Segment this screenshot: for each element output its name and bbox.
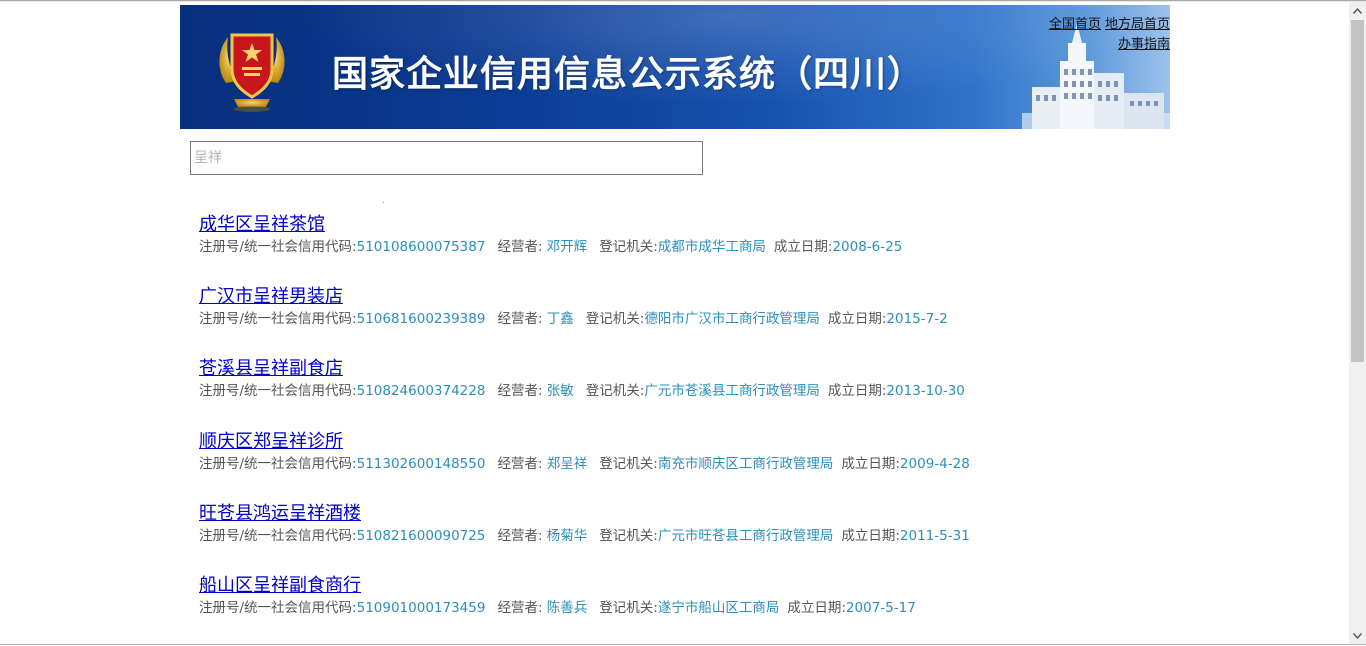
authority-value: 德阳市广汉市工商行政管理局 — [644, 311, 820, 328]
date-label: 成立日期: — [773, 239, 833, 255]
authority-label: 登记机关: — [599, 239, 658, 255]
service-guide-link[interactable]: 办事指南 — [1118, 37, 1170, 52]
reg-no-label: 注册号/统一社会信用代码: — [199, 383, 357, 400]
date-label: 成立日期: — [841, 455, 900, 472]
authority-value: 广元市旺苍县工商行政管理局 — [657, 527, 834, 544]
header-links: 全国首页 地方局首页 办事指南 — [1045, 15, 1170, 55]
result-company-link[interactable]: 广汉市呈祥男装店 — [199, 284, 343, 310]
result-item: 广汉市呈祥男装店 注册号/统一社会信用代码:510681600239389 经营者… — [199, 284, 1299, 356]
authority-label: 登记机关: — [585, 383, 645, 400]
reg-no-value: 510681600239389 — [356, 311, 486, 328]
result-item: 船山区呈祥副食商行 注册号/统一社会信用代码:510901000173459 经营… — [199, 573, 1299, 645]
window-top-border-inner — [0, 1, 1366, 2]
date-label: 成立日期: — [827, 383, 887, 400]
authority-label: 登记机关: — [585, 311, 645, 328]
operator-label: 经营者: — [497, 383, 547, 400]
result-meta: 注册号/统一社会信用代码:510901000173459 经营者: 陈善兵 登记机关… — [199, 599, 1299, 617]
reg-no-value: 510824600374228 — [356, 383, 486, 400]
date-label: 成立日期: — [841, 527, 900, 544]
operator-value: 郑呈祥 — [546, 455, 588, 472]
date-label: 成立日期: — [787, 599, 846, 616]
reg-no-label: 注册号/统一社会信用代码: — [199, 239, 357, 255]
operator-label: 经营者: — [497, 311, 547, 328]
operator-value: 丁鑫 — [546, 311, 574, 328]
date-value: 2015-7-2 — [886, 311, 948, 328]
result-meta: 注册号/统一社会信用代码:510824600374228 经营者: 张敏 登记机关:… — [199, 382, 1299, 400]
scrollbar-thumb[interactable] — [1351, 20, 1364, 362]
reg-no-label: 注册号/统一社会信用代码: — [199, 599, 357, 616]
search-input[interactable] — [190, 141, 703, 175]
authority-label: 登记机关: — [599, 599, 658, 616]
date-value: 2011-5-31 — [899, 527, 970, 544]
result-company-link[interactable]: 成华区呈祥茶馆 — [199, 212, 325, 238]
result-company-link[interactable]: 旺苍县鸿运呈祥酒楼 — [199, 501, 361, 527]
page-title: 国家企业信用信息公示系统（四川） — [332, 54, 925, 95]
reg-no-label: 注册号/统一社会信用代码: — [199, 311, 357, 328]
operator-label: 经营者: — [497, 599, 547, 616]
result-item: 苍溪县呈祥副食店 注册号/统一社会信用代码:510824600374228 经营者… — [199, 356, 1299, 428]
authority-label: 登记机关: — [599, 455, 658, 472]
results-list: 成华区呈祥茶馆 注册号/统一社会信用代码:510108600075387 经营者:… — [199, 212, 1299, 645]
operator-value: 陈善兵 — [546, 599, 588, 616]
operator-value: 邓开辉 — [546, 239, 588, 255]
reg-no-label: 注册号/统一社会信用代码: — [199, 455, 357, 472]
operator-label: 经营者: — [497, 239, 547, 255]
authority-label: 登记机关: — [599, 527, 658, 544]
result-company-link[interactable]: 苍溪县呈祥副食店 — [199, 356, 343, 382]
authority-value: 遂宁市船山区工商局 — [657, 599, 780, 616]
reg-no-value: 510901000173459 — [356, 599, 486, 616]
date-value: 2008-6-25 — [832, 239, 903, 255]
stray-dot — [383, 202, 384, 203]
result-company-link[interactable]: 船山区呈祥副食商行 — [199, 573, 361, 599]
date-value: 2009-4-28 — [899, 455, 970, 472]
operator-label: 经营者: — [497, 527, 547, 544]
vertical-scrollbar[interactable] — [1349, 2, 1366, 644]
reg-no-value: 511302600148550 — [356, 455, 486, 472]
result-item: 顺庆区郑呈祥诊所 注册号/统一社会信用代码:511302600148550 经营者… — [199, 429, 1299, 501]
chevron-down-icon[interactable] — [1349, 627, 1366, 644]
chevron-up-icon[interactable] — [1349, 2, 1366, 19]
result-meta: 注册号/统一社会信用代码:510108600075387 经营者: 邓开辉 登记机关… — [199, 238, 1299, 256]
operator-value: 杨菊华 — [546, 527, 588, 544]
reg-no-value: 510821600090725 — [356, 527, 486, 544]
operator-label: 经营者: — [497, 455, 547, 472]
operator-value: 张敏 — [546, 383, 574, 400]
result-meta: 注册号/统一社会信用代码:510821600090725 经营者: 杨菊华 登记机关… — [199, 527, 1299, 545]
window-bottom-border — [0, 644, 1366, 645]
result-company-link[interactable]: 顺庆区郑呈祥诊所 — [199, 429, 343, 455]
header-banner: 国家企业信用信息公示系统（四川） 全国首页 地方局首页 办事指南 — [180, 5, 1170, 129]
reg-no-label: 注册号/统一社会信用代码: — [199, 527, 357, 544]
authority-value: 广元市苍溪县工商行政管理局 — [644, 383, 820, 400]
date-value: 2007-5-17 — [845, 599, 916, 616]
result-item: 旺苍县鸿运呈祥酒楼 注册号/统一社会信用代码:510821600090725 经营… — [199, 501, 1299, 573]
national-home-link[interactable]: 全国首页 — [1049, 17, 1101, 32]
date-label: 成立日期: — [827, 311, 887, 328]
reg-no-value: 510108600075387 — [356, 239, 486, 255]
national-emblem-icon — [219, 33, 285, 112]
authority-value: 成都市成华工商局 — [657, 239, 766, 255]
local-bureau-home-link[interactable]: 地方局首页 — [1105, 17, 1170, 32]
date-value: 2013-10-30 — [886, 383, 965, 400]
authority-value: 南充市顺庆区工商行政管理局 — [657, 455, 834, 472]
result-item: 成华区呈祥茶馆 注册号/统一社会信用代码:510108600075387 经营者:… — [199, 212, 1299, 284]
result-meta: 注册号/统一社会信用代码:510681600239389 经营者: 丁鑫 登记机关:… — [199, 310, 1299, 328]
result-meta: 注册号/统一社会信用代码:511302600148550 经营者: 郑呈祥 登记机关… — [199, 455, 1299, 473]
